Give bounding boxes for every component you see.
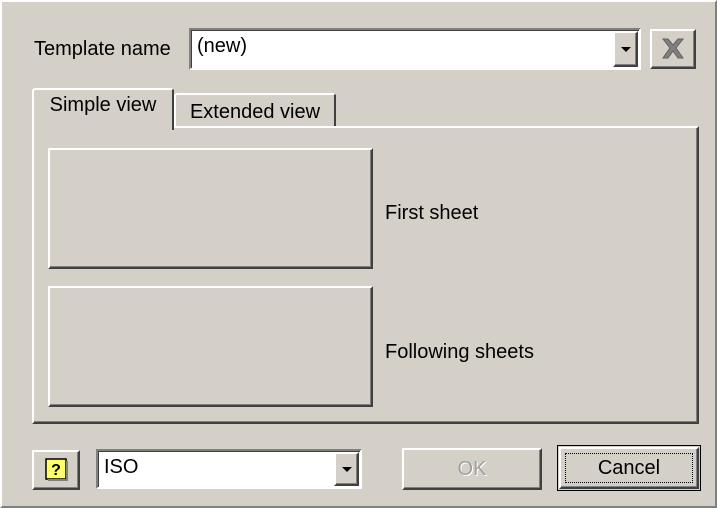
tab-extended-view[interactable]: Extended view (174, 93, 336, 127)
template-name-dropdown-button[interactable] (613, 31, 638, 67)
following-sheets-preview[interactable] (48, 286, 373, 407)
cancel-button-frame: Cancel (557, 445, 701, 491)
tab-simple-view[interactable]: Simple view (32, 88, 174, 130)
tab-simple-view-label: Simple view (49, 94, 157, 116)
chevron-down-icon (620, 47, 631, 52)
ok-button-label: OK (457, 457, 487, 480)
standard-combobox[interactable]: ISO (96, 449, 362, 489)
template-name-combobox[interactable]: (new) (189, 28, 641, 70)
first-sheet-preview[interactable] (48, 148, 373, 269)
delete-template-button[interactable] (650, 29, 696, 69)
following-sheets-label: Following sheets (385, 341, 534, 363)
first-sheet-label: First sheet (385, 202, 479, 224)
standard-value: ISO (104, 456, 139, 478)
template-dialog: Template name (new) Simple view Extended… (0, 0, 717, 508)
ok-button[interactable]: OK (402, 448, 542, 490)
tab-extended-view-label: Extended view (189, 101, 321, 123)
help-button[interactable]: ? (32, 450, 80, 490)
chevron-down-icon (341, 467, 352, 472)
standard-dropdown-button[interactable] (334, 452, 359, 486)
template-name-label: Template name (34, 38, 171, 60)
x-delete-icon (661, 38, 685, 59)
template-name-value: (new) (197, 35, 248, 57)
cancel-button[interactable]: Cancel (559, 447, 699, 489)
help-question-icon: ? (45, 458, 68, 481)
svg-text:?: ? (51, 462, 61, 479)
cancel-button-label: Cancel (597, 456, 661, 479)
